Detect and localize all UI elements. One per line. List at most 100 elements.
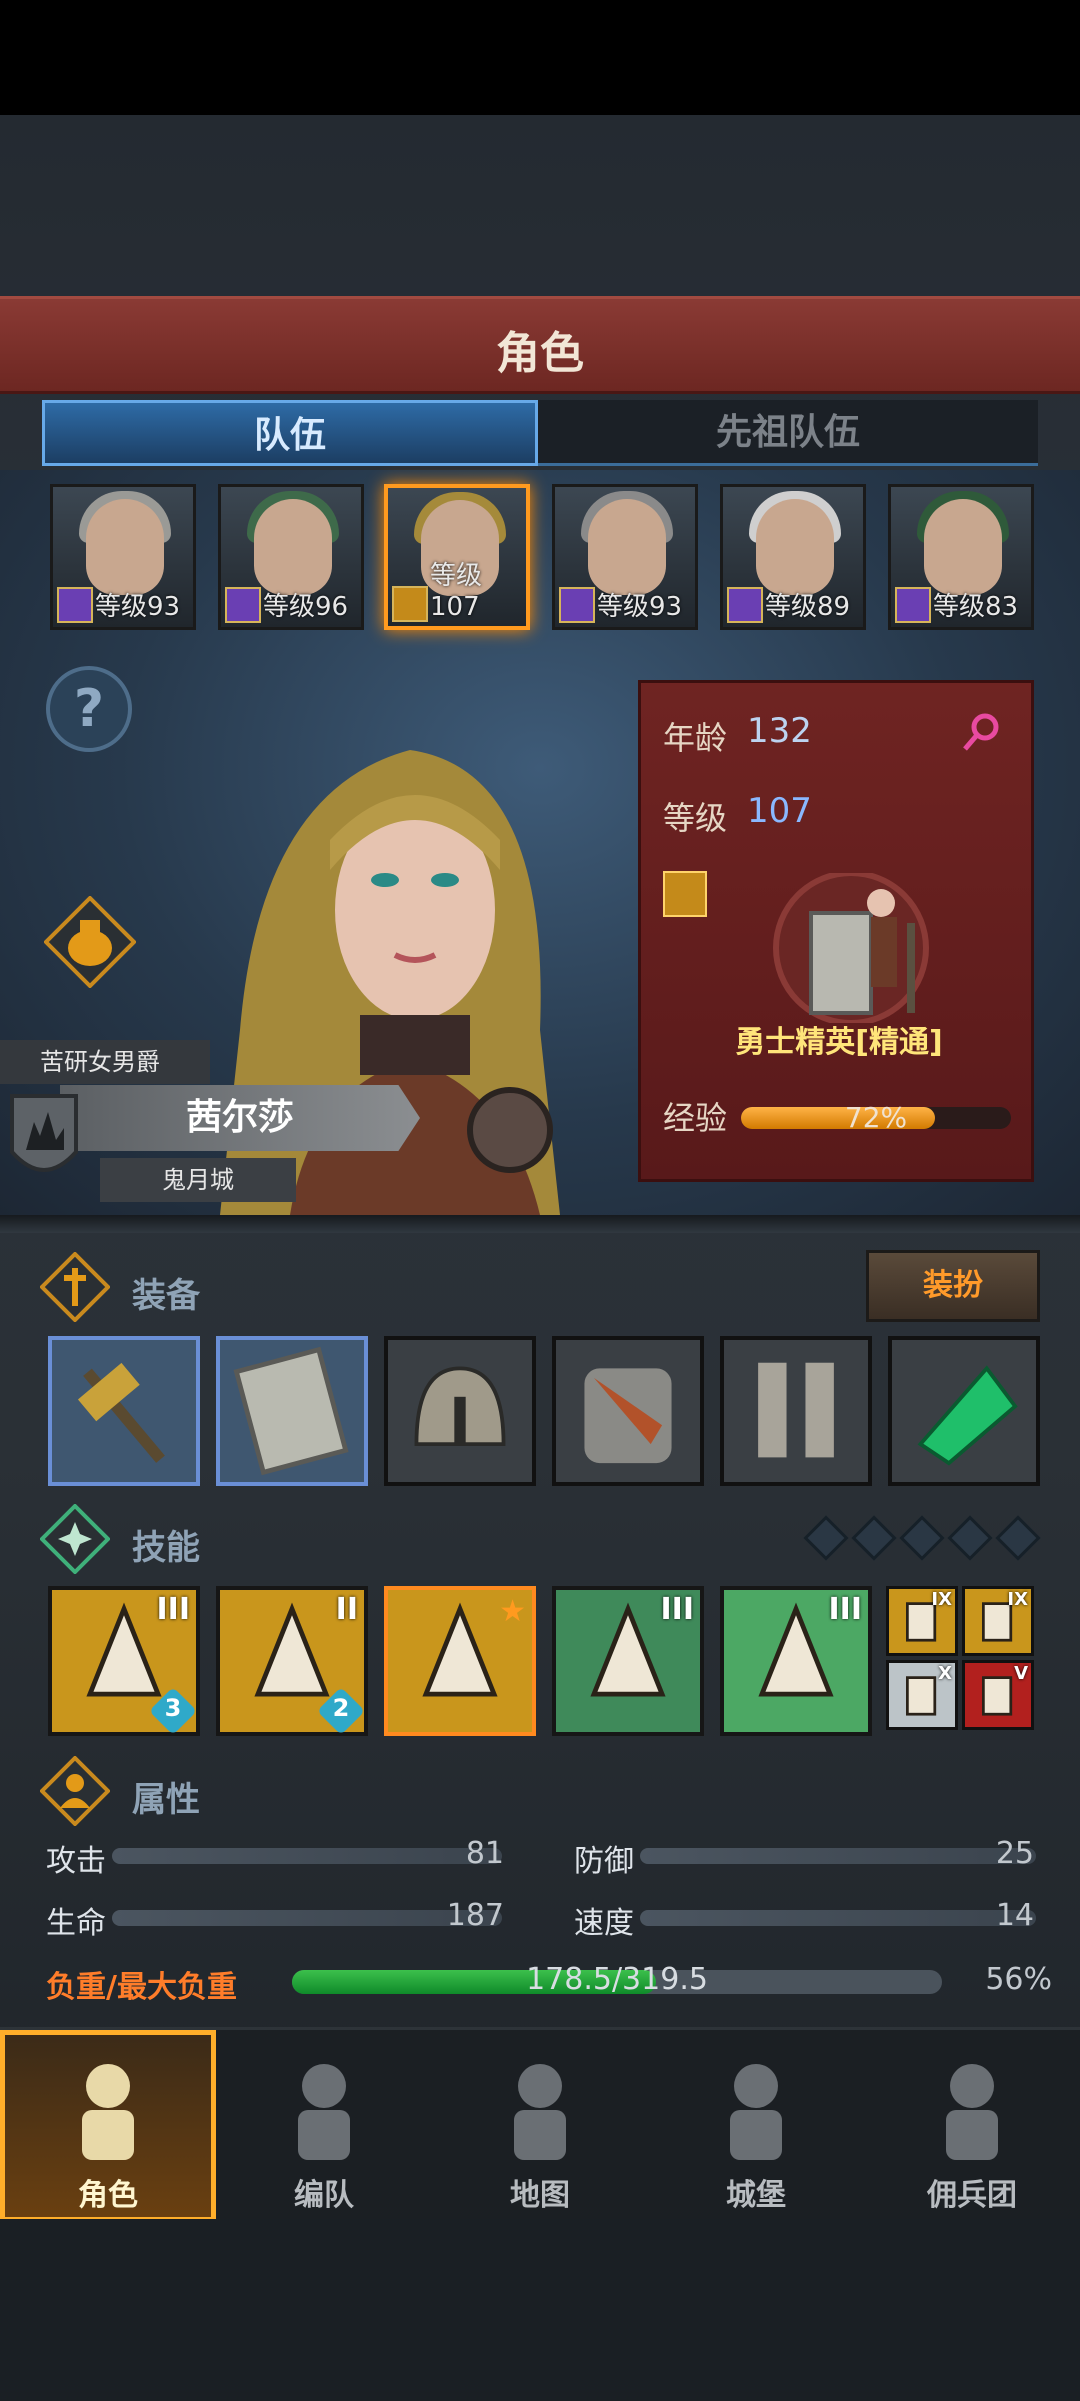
character-city: 鬼月城 xyxy=(100,1158,296,1202)
mercenary-icon xyxy=(946,2064,998,2160)
roster-portrait[interactable]: 等级96 xyxy=(218,484,364,630)
title-banner: 角色 xyxy=(0,296,1080,394)
attack-label: 攻击 xyxy=(46,1844,106,1879)
guild-crest-icon xyxy=(10,1094,78,1172)
helmet-team-icon xyxy=(298,2064,350,2160)
skill-count: 3 xyxy=(164,1694,182,1722)
passive-rank: V xyxy=(1014,1663,1028,1684)
equipment-slot[interactable] xyxy=(888,1336,1040,1486)
star-icon: ★ xyxy=(499,1594,526,1629)
passive-skill-slot[interactable]: X xyxy=(886,1660,958,1730)
skill-slot[interactable]: III xyxy=(720,1586,872,1736)
portrait-level: 等级93 xyxy=(95,592,181,622)
hp-value: 187 xyxy=(446,1898,504,1933)
character-name[interactable]: 茜尔莎 xyxy=(60,1085,420,1151)
hammer-icon xyxy=(77,1362,165,1463)
skill-rank: III xyxy=(828,1592,863,1627)
hp-label: 生命 xyxy=(46,1906,106,1941)
passive-skill-slot[interactable]: IX xyxy=(886,1586,958,1656)
character-title: 苦研女男爵 xyxy=(0,1040,210,1084)
load-value: 178.5/319.5 xyxy=(526,1962,708,1997)
compass-map-icon xyxy=(514,2064,566,2160)
roster-portrait[interactable]: 等级107 xyxy=(384,484,530,630)
class-name: 勇士精英[精通] xyxy=(735,1025,943,1060)
class-badge-icon xyxy=(559,587,595,623)
class-badge-icon xyxy=(663,871,707,917)
potion-icon[interactable] xyxy=(44,896,136,988)
nav-item-compass-map[interactable]: 地图 xyxy=(432,2030,648,2222)
load-label: 负重/最大负重 xyxy=(46,1970,237,2005)
passive-skill-slot[interactable]: IX xyxy=(962,1586,1034,1656)
status-bar xyxy=(0,0,1080,115)
equipment-slot[interactable] xyxy=(48,1336,200,1486)
speed-value: 14 xyxy=(995,1898,1034,1933)
bottom-area xyxy=(0,2219,1080,2401)
age-value: 132 xyxy=(747,711,812,751)
nav-item-mercenary[interactable]: 佣兵团 xyxy=(864,2030,1080,2222)
nav-item-castle[interactable]: 城堡 xyxy=(648,2030,864,2222)
passive-rank: IX xyxy=(1007,1589,1028,1610)
portrait-face xyxy=(924,499,1002,595)
portrait-level: 等级93 xyxy=(597,592,683,622)
class-badge-icon xyxy=(727,587,763,623)
passive-skill-slot[interactable]: V xyxy=(962,1660,1034,1730)
load-percent: 56% xyxy=(985,1962,1052,1997)
speed-label: 速度 xyxy=(574,1906,634,1941)
dress-up-button[interactable]: 装扮 xyxy=(866,1250,1040,1322)
skills-label: 技能 xyxy=(132,1528,200,1568)
castle-icon xyxy=(730,2064,782,2160)
skill-rank: III xyxy=(156,1592,191,1627)
age-label: 年龄 xyxy=(663,719,728,757)
portrait-level: 等级107 xyxy=(430,561,483,622)
class-figure xyxy=(773,873,929,1023)
roster-portrait[interactable]: 等级93 xyxy=(50,484,196,630)
shield-icon xyxy=(233,1346,349,1476)
roster-portrait[interactable]: 等级93 xyxy=(552,484,698,630)
equipment-section-icon xyxy=(40,1252,110,1322)
portrait-level: 等级96 xyxy=(263,592,349,622)
skill-slot[interactable]: III xyxy=(552,1586,704,1736)
passive-rank: IX xyxy=(931,1589,952,1610)
skill-count: 2 xyxy=(332,1694,350,1722)
roster-portrait[interactable]: 等级83 xyxy=(888,484,1034,630)
help-button[interactable]: ? xyxy=(46,666,132,752)
portrait-face xyxy=(588,499,666,595)
roster-portrait[interactable]: 等级89 xyxy=(720,484,866,630)
nav-label: 角色 xyxy=(78,2178,138,2213)
tab-ancestor-team[interactable]: 先祖队伍 xyxy=(538,400,1038,466)
character-info-panel: 年龄 132 等级 107 勇士精英[精通] 经验 72% xyxy=(638,680,1034,1182)
bottom-nav: 角色 编队 地图 城堡 佣兵团 xyxy=(0,2027,1080,2222)
skill-slot[interactable]: II 2 xyxy=(216,1586,368,1736)
attributes-section-icon xyxy=(40,1756,110,1826)
nav-label: 地图 xyxy=(510,2178,570,2213)
portrait-face xyxy=(756,499,834,595)
equipment-slot[interactable] xyxy=(552,1336,704,1486)
defense-value: 25 xyxy=(995,1836,1034,1871)
tab-team[interactable]: 队伍 xyxy=(42,400,538,466)
nav-label: 佣兵团 xyxy=(927,2178,1017,2213)
helmet-icon xyxy=(414,1366,506,1447)
nav-item-helmet-team[interactable]: 编队 xyxy=(216,2030,432,2222)
nav-item-knight[interactable]: 角色 xyxy=(0,2030,216,2222)
section-divider xyxy=(0,1215,1080,1233)
exp-label: 经验 xyxy=(663,1099,728,1137)
portrait-level: 等级89 xyxy=(765,592,851,622)
equipment-slot[interactable] xyxy=(384,1336,536,1486)
equipment-slot[interactable] xyxy=(720,1336,872,1486)
knight-icon xyxy=(82,2064,134,2160)
skill-slot[interactable]: ★ xyxy=(384,1586,536,1736)
nav-label: 城堡 xyxy=(726,2178,786,2213)
equipment-label: 装备 xyxy=(132,1276,200,1316)
exp-percent: 72% xyxy=(844,1101,908,1134)
attributes-label: 属性 xyxy=(132,1780,200,1820)
class-badge-icon xyxy=(57,587,93,623)
class-badge-icon xyxy=(225,587,261,623)
class-badge-icon xyxy=(895,587,931,623)
equipment-slot[interactable] xyxy=(216,1336,368,1486)
portrait-face xyxy=(254,499,332,595)
portrait-face xyxy=(86,499,164,595)
class-badge-icon xyxy=(392,586,428,622)
boots-icon xyxy=(758,1362,834,1458)
skill-slot[interactable]: III 3 xyxy=(48,1586,200,1736)
page-title: 角色 xyxy=(496,328,584,379)
